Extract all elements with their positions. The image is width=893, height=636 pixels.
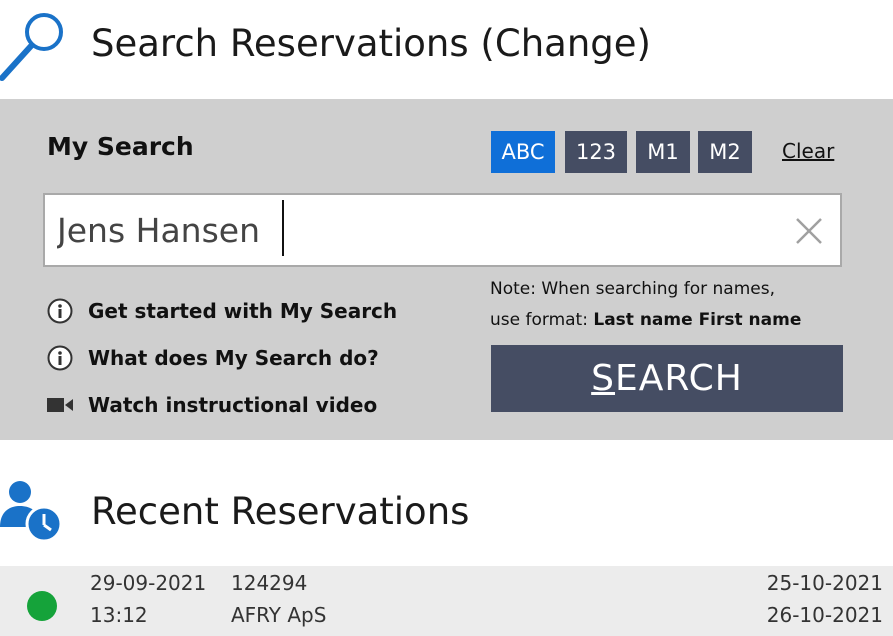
search-input[interactable] xyxy=(57,205,777,255)
video-camera-icon xyxy=(47,398,73,412)
user-clock-icon xyxy=(0,481,63,543)
text-caret xyxy=(282,200,284,256)
help-link-label: Get started with My Search xyxy=(88,299,398,323)
search-icon xyxy=(0,13,63,81)
note-format: Last name First name xyxy=(593,310,802,330)
note-line-2: use format: Last name First name xyxy=(490,305,801,336)
help-link-label: Watch instructional video xyxy=(88,393,378,417)
mode-abc-button[interactable]: ABC xyxy=(491,131,555,173)
clear-link[interactable]: Clear xyxy=(782,139,834,163)
to-date: 26-10-2021 xyxy=(766,603,883,627)
page-title: Search Reservations (Change) xyxy=(91,22,651,65)
recent-reservations-title: Recent Reservations xyxy=(91,490,470,533)
help-link-video[interactable]: Watch instructional video xyxy=(47,391,377,419)
mode-m2-button[interactable]: M2 xyxy=(698,131,752,173)
company-name: AFRY ApS xyxy=(231,603,327,627)
mode-m1-button[interactable]: M1 xyxy=(636,131,690,173)
note-line-1: Note: When searching for names, xyxy=(490,279,776,299)
status-indicator xyxy=(27,591,57,621)
from-date: 25-10-2021 xyxy=(766,571,883,595)
reservation-number: 124294 xyxy=(231,571,308,595)
search-button-label: SEARCH xyxy=(591,358,743,399)
info-icon xyxy=(47,345,73,371)
search-format-note: Note: When searching for names, use form… xyxy=(490,274,801,336)
search-button[interactable]: SEARCH xyxy=(491,345,843,412)
search-field xyxy=(43,193,842,267)
info-icon xyxy=(47,298,73,324)
created-time: 13:12 xyxy=(90,603,148,627)
help-link-what-does[interactable]: What does My Search do? xyxy=(47,344,379,372)
my-search-title: My Search xyxy=(47,132,194,161)
created-date: 29-09-2021 xyxy=(90,571,207,595)
close-icon[interactable] xyxy=(792,214,826,248)
note-prefix: use format: xyxy=(490,310,594,330)
help-link-label: What does My Search do? xyxy=(88,346,379,370)
mode-123-button[interactable]: 123 xyxy=(565,131,627,173)
help-link-get-started[interactable]: Get started with My Search xyxy=(47,297,397,325)
